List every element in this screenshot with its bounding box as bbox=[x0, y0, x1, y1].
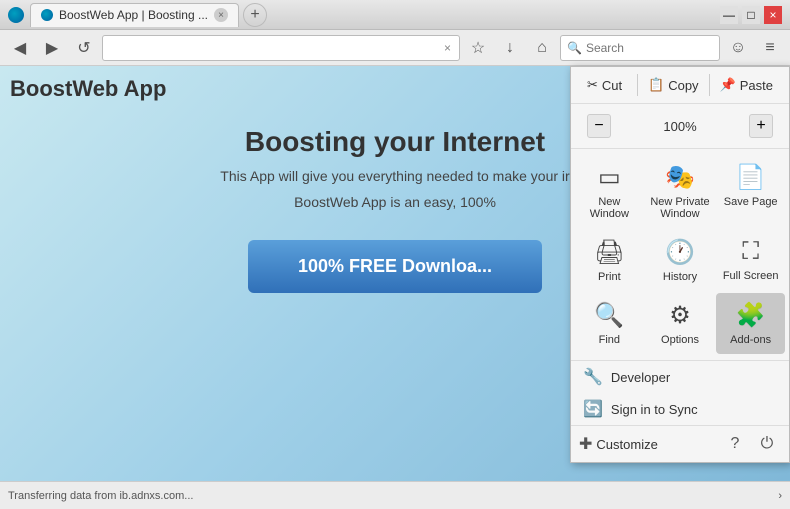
account-button[interactable]: ☺ bbox=[724, 34, 752, 62]
search-icon: 🔍 bbox=[567, 41, 582, 55]
find-label: Find bbox=[599, 334, 620, 346]
save-page-icon: 📄 bbox=[736, 163, 766, 192]
address-bar[interactable] bbox=[109, 41, 442, 55]
sign-in-item[interactable]: 🔄 Sign in to Sync bbox=[571, 393, 789, 425]
developer-label: Developer bbox=[611, 370, 670, 385]
forward-button[interactable]: ▶ bbox=[38, 34, 66, 62]
add-ons-label: Add-ons bbox=[730, 334, 771, 346]
full-screen-button[interactable]: ⛶ Full Screen bbox=[716, 230, 785, 291]
status-bar: Transferring data from ib.adnxs.com... › bbox=[0, 481, 790, 509]
full-screen-label: Full Screen bbox=[723, 270, 779, 282]
maximize-button[interactable]: □ bbox=[742, 6, 760, 24]
home-button[interactable]: ⌂ bbox=[528, 34, 556, 62]
divider2 bbox=[709, 74, 710, 96]
print-label: Print bbox=[598, 271, 621, 283]
tab-bar: BoostWeb App | Boosting ... × + bbox=[30, 3, 267, 27]
hero-desc: This App will give you everything needed… bbox=[220, 168, 569, 184]
copy-icon: 📋 bbox=[648, 77, 664, 93]
print-icon: 🖨 bbox=[594, 238, 624, 267]
options-label: Options bbox=[661, 334, 699, 346]
browser-window: BoostWeb App | Boosting ... × + — □ × ◀ … bbox=[0, 0, 790, 509]
hero-title: Boosting your Internet bbox=[220, 126, 569, 158]
edit-section: ✂ Cut 📋 Copy 📌 Paste bbox=[571, 67, 789, 104]
power-button[interactable]: ⏻ bbox=[753, 430, 781, 458]
paste-button[interactable]: 📌 Paste bbox=[712, 73, 781, 97]
power-icon: ⏻ bbox=[761, 435, 774, 453]
sign-in-label: Sign in to Sync bbox=[611, 402, 698, 417]
zoom-row: − 100% + bbox=[579, 110, 781, 142]
add-ons-icon: 🧩 bbox=[736, 301, 766, 330]
site-hero: Boosting your Internet This App will giv… bbox=[220, 126, 569, 210]
options-icon: ⚙ bbox=[669, 301, 691, 330]
window-controls: — □ × bbox=[720, 6, 782, 24]
history-label: History bbox=[663, 271, 697, 283]
developer-icon: 🔧 bbox=[583, 367, 603, 387]
new-private-window-button[interactable]: 🎭 New Private Window bbox=[646, 155, 715, 228]
print-button[interactable]: 🖨 Print bbox=[575, 230, 644, 291]
zoom-in-button[interactable]: + bbox=[749, 114, 773, 138]
help-button[interactable]: ? bbox=[721, 430, 749, 458]
bookmark-button[interactable]: ☆ bbox=[464, 34, 492, 62]
cta-button[interactable]: 100% FREE Downloa... bbox=[248, 240, 542, 293]
save-page-label: Save Page bbox=[724, 196, 778, 208]
address-bar-container: × bbox=[102, 35, 460, 61]
site-logo: BoostWeb App bbox=[10, 76, 166, 102]
options-button[interactable]: ⚙ Options bbox=[646, 293, 715, 354]
status-text: Transferring data from ib.adnxs.com... bbox=[8, 490, 193, 502]
menu-footer: ✚ Customize ? ⏻ bbox=[571, 425, 789, 462]
developer-item[interactable]: 🔧 Developer bbox=[571, 361, 789, 393]
add-ons-button[interactable]: 🧩 Add-ons bbox=[716, 293, 785, 354]
help-icon: ? bbox=[731, 435, 740, 453]
tab-favicon bbox=[41, 9, 53, 21]
close-button[interactable]: × bbox=[764, 6, 782, 24]
find-button[interactable]: 🔍 Find bbox=[575, 293, 644, 354]
tab-title: BoostWeb App | Boosting ... bbox=[59, 8, 208, 22]
firefox-menu: ✂ Cut 📋 Copy 📌 Paste − 100% + bbox=[570, 66, 790, 463]
reload-button[interactable]: ↺ bbox=[70, 34, 98, 62]
menu-grid: ▭ New Window 🎭 New Private Window 📄 Save… bbox=[571, 149, 789, 361]
cut-button[interactable]: ✂ Cut bbox=[579, 73, 635, 97]
search-input[interactable] bbox=[586, 41, 741, 55]
paste-icon: 📌 bbox=[720, 77, 736, 93]
scrollbar-right: › bbox=[778, 490, 782, 502]
cut-icon: ✂ bbox=[587, 77, 598, 93]
find-icon: 🔍 bbox=[594, 301, 624, 330]
browser-logo-icon bbox=[8, 7, 24, 23]
download-button[interactable]: ↓ bbox=[496, 34, 524, 62]
sign-in-icon: 🔄 bbox=[583, 399, 603, 419]
zoom-out-button[interactable]: − bbox=[587, 114, 611, 138]
divider1 bbox=[637, 74, 638, 96]
new-tab-button[interactable]: + bbox=[243, 3, 267, 27]
history-button[interactable]: 🕐 History bbox=[646, 230, 715, 291]
full-screen-icon: ⛶ bbox=[742, 238, 759, 266]
copy-button[interactable]: 📋 Copy bbox=[640, 73, 707, 97]
minimize-button[interactable]: — bbox=[720, 6, 738, 24]
cut-copy-paste-row: ✂ Cut 📋 Copy 📌 Paste bbox=[579, 73, 781, 97]
customize-plus-icon: ✚ bbox=[579, 434, 592, 454]
active-tab[interactable]: BoostWeb App | Boosting ... × bbox=[30, 3, 239, 27]
zoom-section: − 100% + bbox=[571, 104, 789, 149]
new-window-label: New Window bbox=[579, 196, 640, 220]
new-private-window-icon: 🎭 bbox=[665, 163, 695, 192]
back-button[interactable]: ◀ bbox=[6, 34, 34, 62]
customize-label: Customize bbox=[596, 437, 717, 452]
hero-desc2: BoostWeb App is an easy, 100% bbox=[220, 194, 569, 210]
history-icon: 🕐 bbox=[665, 238, 695, 267]
save-page-button[interactable]: 📄 Save Page bbox=[716, 155, 785, 228]
zoom-value: 100% bbox=[615, 119, 745, 134]
navigation-bar: ◀ ▶ ↺ × ☆ ↓ ⌂ 🔍 ☺ ≡ bbox=[0, 30, 790, 66]
new-window-button[interactable]: ▭ New Window bbox=[575, 155, 644, 228]
address-clear-button[interactable]: × bbox=[442, 41, 453, 55]
tab-close-button[interactable]: × bbox=[214, 8, 228, 22]
search-bar-container: 🔍 bbox=[560, 35, 720, 61]
new-private-window-label: New Private Window bbox=[650, 196, 711, 220]
title-bar-left: BoostWeb App | Boosting ... × + bbox=[8, 3, 267, 27]
menu-button[interactable]: ≡ bbox=[756, 34, 784, 62]
title-bar: BoostWeb App | Boosting ... × + — □ × bbox=[0, 0, 790, 30]
new-window-icon: ▭ bbox=[598, 163, 621, 192]
